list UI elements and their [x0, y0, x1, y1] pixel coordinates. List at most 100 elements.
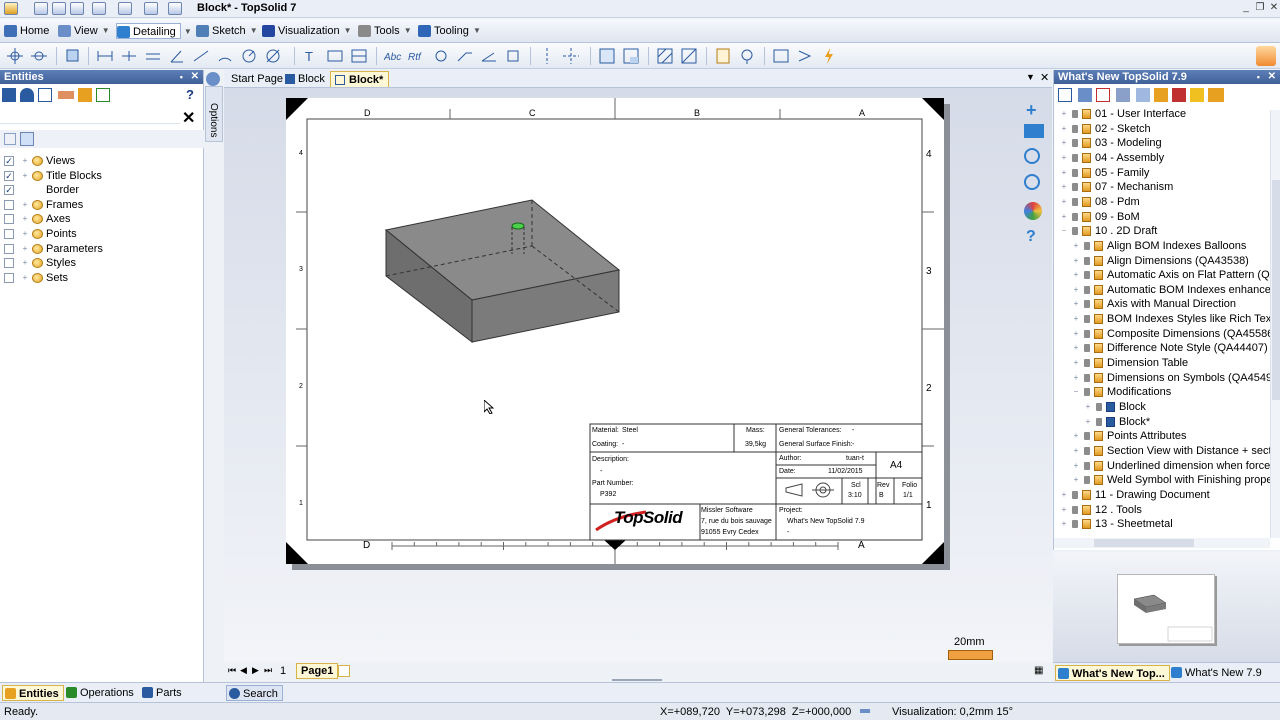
expand-icon[interactable]: +: [1060, 110, 1068, 118]
tab-block[interactable]: Block: [282, 71, 330, 87]
menu-tooling[interactable]: Tooling ▼: [418, 23, 481, 39]
expand-icon[interactable]: +: [1072, 285, 1080, 294]
prev-page-icon[interactable]: ◀: [240, 665, 247, 676]
save-all-icon[interactable]: [52, 2, 66, 15]
dimension-icon[interactable]: [96, 47, 114, 65]
sort-icon[interactable]: [1116, 88, 1130, 102]
help-icon[interactable]: ?: [186, 87, 194, 102]
plus-icon[interactable]: +: [1026, 100, 1037, 121]
leader-icon[interactable]: [456, 47, 474, 65]
eraser-icon[interactable]: [58, 91, 74, 99]
tab-block-modified[interactable]: Block*: [330, 71, 390, 87]
refresh-icon[interactable]: [168, 2, 182, 15]
point-icon[interactable]: [30, 47, 48, 65]
delete-icon[interactable]: [1096, 88, 1110, 102]
expand-icon[interactable]: +: [21, 200, 29, 209]
drawing-sheet[interactable]: D C B A D A 4 3 2 1 4 3 2 1 Material: St…: [286, 98, 944, 564]
expand-ribbon-icon[interactable]: [1256, 46, 1276, 66]
minimize-icon[interactable]: _: [1240, 1, 1252, 15]
tree-icon[interactable]: [38, 88, 52, 102]
expand-icon[interactable]: +: [1060, 153, 1068, 162]
grid-icon[interactable]: [78, 88, 92, 102]
page-number[interactable]: 1: [280, 665, 286, 677]
slope-dimension-icon[interactable]: [192, 47, 210, 65]
undo-icon[interactable]: [92, 2, 106, 15]
title-block-icon[interactable]: [622, 47, 640, 65]
grid-icon[interactable]: ▦: [1034, 665, 1043, 676]
detail-view-icon[interactable]: [20, 132, 34, 146]
symbol-icon[interactable]: [432, 47, 450, 65]
palette-icon[interactable]: [1024, 202, 1042, 220]
last-page-icon[interactable]: ⏭: [264, 665, 272, 676]
pin-icon[interactable]: ▪: [180, 70, 183, 84]
expand-icon[interactable]: +: [21, 273, 29, 282]
flag-icon[interactable]: [1172, 88, 1186, 102]
visibility-checkbox[interactable]: ✓: [4, 156, 14, 166]
menu-visualization[interactable]: Visualization ▼: [262, 23, 352, 39]
expand-icon[interactable]: +: [1060, 139, 1068, 147]
hatch-icon[interactable]: [656, 47, 674, 65]
project-icon[interactable]: [1078, 88, 1092, 102]
expand-icon[interactable]: +: [21, 215, 29, 223]
visibility-checkbox[interactable]: [4, 272, 14, 283]
rich-text-icon[interactable]: Rtf: [408, 47, 426, 65]
table-icon[interactable]: [350, 47, 368, 65]
clear-icon[interactable]: ✕: [182, 108, 195, 128]
baseline-dimension-icon[interactable]: [144, 47, 162, 65]
expand-icon[interactable]: +: [1060, 197, 1068, 206]
expand-icon[interactable]: +: [1072, 256, 1080, 265]
scroll-thumb[interactable]: [1094, 539, 1194, 547]
expand-icon[interactable]: +: [21, 230, 29, 238]
view-projection-icon[interactable]: [64, 47, 82, 65]
tab-page1[interactable]: Page1: [296, 663, 339, 679]
search-button[interactable]: Search: [226, 685, 283, 701]
layers-icon[interactable]: [1024, 124, 1044, 138]
visibility-checkbox[interactable]: [4, 258, 14, 269]
abc-text-icon[interactable]: Abc: [383, 47, 402, 65]
warning-icon[interactable]: [1190, 88, 1204, 102]
expand-icon[interactable]: +: [1084, 403, 1092, 411]
lightning-icon[interactable]: [820, 47, 838, 65]
chain-dimension-icon[interactable]: [120, 47, 138, 65]
weld-icon[interactable]: [504, 47, 522, 65]
expand-icon[interactable]: +: [21, 171, 29, 180]
center-mark-icon[interactable]: [562, 47, 580, 65]
expand-icon[interactable]: +: [1060, 490, 1068, 499]
options-tab[interactable]: Options: [205, 86, 223, 142]
tab-parts[interactable]: Parts: [140, 685, 182, 701]
axis-icon[interactable]: [538, 47, 556, 65]
preview-thumbnail[interactable]: [1117, 574, 1215, 644]
add-page-icon[interactable]: [338, 665, 350, 677]
export-icon[interactable]: [96, 88, 110, 102]
expand-icon[interactable]: +: [1072, 476, 1080, 484]
redo-icon[interactable]: [118, 2, 132, 15]
expand-icon[interactable]: −: [1060, 227, 1068, 235]
tab-whats-new[interactable]: What's New Top...: [1055, 665, 1170, 681]
pin-icon[interactable]: ▪: [1257, 70, 1260, 84]
expand-icon[interactable]: −: [1072, 388, 1080, 396]
expand-icon[interactable]: +: [1072, 344, 1080, 352]
list-view-icon[interactable]: [4, 133, 16, 145]
expand-icon[interactable]: +: [1072, 432, 1080, 440]
next-page-icon[interactable]: ▶: [252, 665, 259, 676]
crosshair-icon[interactable]: [6, 47, 24, 65]
arc-dimension-icon[interactable]: [216, 47, 234, 65]
tree-icon[interactable]: [1058, 88, 1072, 102]
tab-operations[interactable]: Operations: [64, 685, 134, 701]
visibility-checkbox[interactable]: [4, 229, 14, 239]
visibility-checkbox[interactable]: [4, 199, 14, 210]
filter-icon[interactable]: [1136, 88, 1150, 102]
menu-view[interactable]: View ▼: [58, 23, 110, 39]
diameter-dimension-icon[interactable]: [264, 47, 282, 65]
expand-icon[interactable]: +: [1060, 183, 1068, 191]
chevron-down-icon[interactable]: ▼: [1026, 72, 1035, 82]
expand-icon[interactable]: +: [1072, 373, 1080, 382]
zoom-icon[interactable]: [1024, 148, 1040, 164]
expand-icon[interactable]: +: [1072, 329, 1080, 338]
close-icon[interactable]: ✕: [1268, 1, 1280, 15]
save-icon[interactable]: [34, 2, 48, 15]
expand-icon[interactable]: +: [1084, 417, 1092, 426]
first-page-icon[interactable]: ⏮: [228, 665, 236, 676]
close-icon[interactable]: ✕: [191, 70, 199, 84]
filter-icon[interactable]: [2, 88, 16, 102]
